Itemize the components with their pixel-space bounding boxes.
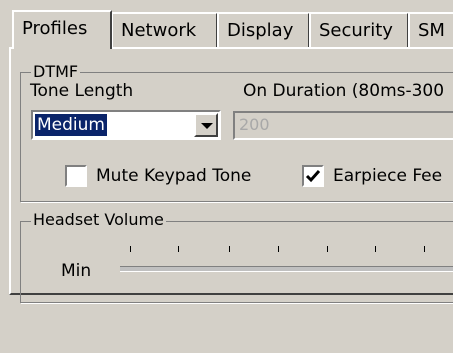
tone-length-dropdown[interactable]: Medium — [31, 110, 221, 140]
volume-min-label: Min — [61, 261, 92, 281]
tone-length-label: Tone Length — [30, 81, 134, 101]
slider-tick — [327, 246, 328, 252]
slider-tick — [130, 246, 131, 252]
slider-tick — [278, 246, 279, 252]
slider-tick — [375, 246, 376, 252]
tab-profiles[interactable]: Profiles — [12, 10, 112, 49]
headset-volume-legend: Headset Volume — [31, 210, 166, 229]
tab-security[interactable]: Security — [309, 12, 409, 47]
tab-display[interactable]: Display — [217, 12, 310, 47]
chevron-down-icon[interactable] — [194, 113, 218, 137]
earpiece-label[interactable]: Earpiece Fee — [333, 166, 442, 186]
mute-keypad-checkbox[interactable] — [65, 165, 87, 187]
on-duration-label: On Duration (80ms-300 — [243, 81, 445, 101]
mute-keypad-label[interactable]: Mute Keypad Tone — [96, 166, 251, 186]
slider-tick — [424, 246, 425, 252]
earpiece-checkbox[interactable] — [302, 165, 324, 187]
volume-slider-track[interactable] — [120, 266, 453, 272]
slider-tick — [178, 246, 179, 252]
checkmark-icon — [305, 170, 321, 183]
slider-tick — [229, 246, 230, 252]
tab-sms[interactable]: SM — [408, 12, 453, 47]
tone-length-selected-value: Medium — [35, 114, 107, 136]
dtmf-legend: DTMF — [31, 62, 81, 81]
tab-network[interactable]: Network — [111, 12, 218, 47]
on-duration-input[interactable]: 200 — [233, 111, 453, 140]
